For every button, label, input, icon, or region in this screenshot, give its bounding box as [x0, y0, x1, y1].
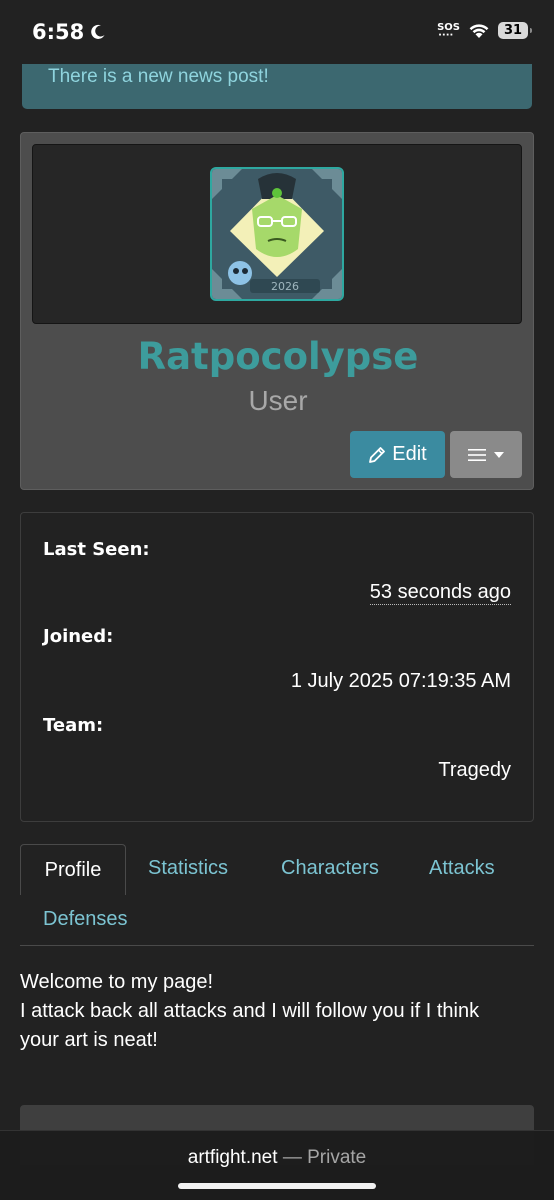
battery-icon: 31	[498, 22, 532, 39]
wifi-icon	[469, 23, 489, 38]
browser-url-bar[interactable]: artfight.net — Private	[0, 1130, 554, 1200]
joined-label: Joined:	[43, 626, 114, 647]
description-line-2: I attack back all attacks and I will fol…	[20, 1000, 480, 1051]
profile-role: User	[248, 385, 308, 416]
tabs-divider	[20, 945, 534, 946]
sos-indicator: SOS	[437, 22, 460, 41]
user-info-card: Last Seen: 53 seconds ago Joined: 1 July…	[20, 512, 534, 822]
team-value: Tragedy	[438, 759, 511, 781]
moon-icon	[91, 24, 105, 39]
team-label: Team:	[43, 715, 104, 736]
last-seen-value: 53 seconds ago	[369, 581, 511, 605]
profile-description: Welcome to my page! I attack back all at…	[20, 968, 520, 1055]
url-separator: —	[282, 1147, 302, 1168]
edit-button-label: Edit	[392, 443, 427, 465]
avatar-year-text: 2026	[271, 280, 299, 293]
news-alert[interactable]: There is a new news post!	[22, 64, 532, 109]
avatar[interactable]: 2026	[210, 167, 344, 301]
url-text[interactable]: artfight.net — Private	[0, 1147, 554, 1169]
profile-banner: 2026	[32, 144, 522, 324]
status-right: SOS 31	[437, 22, 532, 41]
news-alert-text[interactable]: There is a new news post!	[48, 66, 269, 87]
tab-defenses[interactable]: Defenses	[43, 908, 128, 931]
avatar-image: 2026	[212, 169, 342, 299]
clock-text: 6:58	[32, 20, 85, 44]
caret-down-icon	[494, 451, 504, 458]
options-dropdown-button[interactable]	[450, 431, 522, 478]
joined-value: 1 July 2025 07:19:35 AM	[290, 670, 511, 692]
profile-username: Ratpocolypse	[137, 335, 419, 378]
last-seen-label: Last Seen:	[43, 539, 150, 560]
tab-characters[interactable]: Characters	[281, 857, 379, 880]
description-line-1: Welcome to my page!	[20, 971, 214, 993]
menu-icon	[468, 448, 486, 461]
battery-level: 31	[503, 23, 523, 38]
tab-profile[interactable]: Profile	[20, 844, 126, 895]
status-bar: 6:58 SOS 31	[0, 0, 554, 64]
url-domain: artfight.net	[187, 1147, 278, 1168]
edit-button[interactable]: Edit	[350, 431, 445, 478]
last-seen-time: 53 seconds ago	[369, 581, 511, 605]
profile-card: 2026 Ratpocolypse User Edit	[20, 132, 534, 490]
home-indicator[interactable]	[178, 1183, 376, 1189]
status-time: 6:58	[32, 20, 106, 44]
private-mode-label: Private	[307, 1147, 367, 1168]
tab-statistics[interactable]: Statistics	[148, 857, 228, 880]
pencil-icon	[369, 446, 386, 463]
tab-attacks[interactable]: Attacks	[429, 857, 495, 880]
